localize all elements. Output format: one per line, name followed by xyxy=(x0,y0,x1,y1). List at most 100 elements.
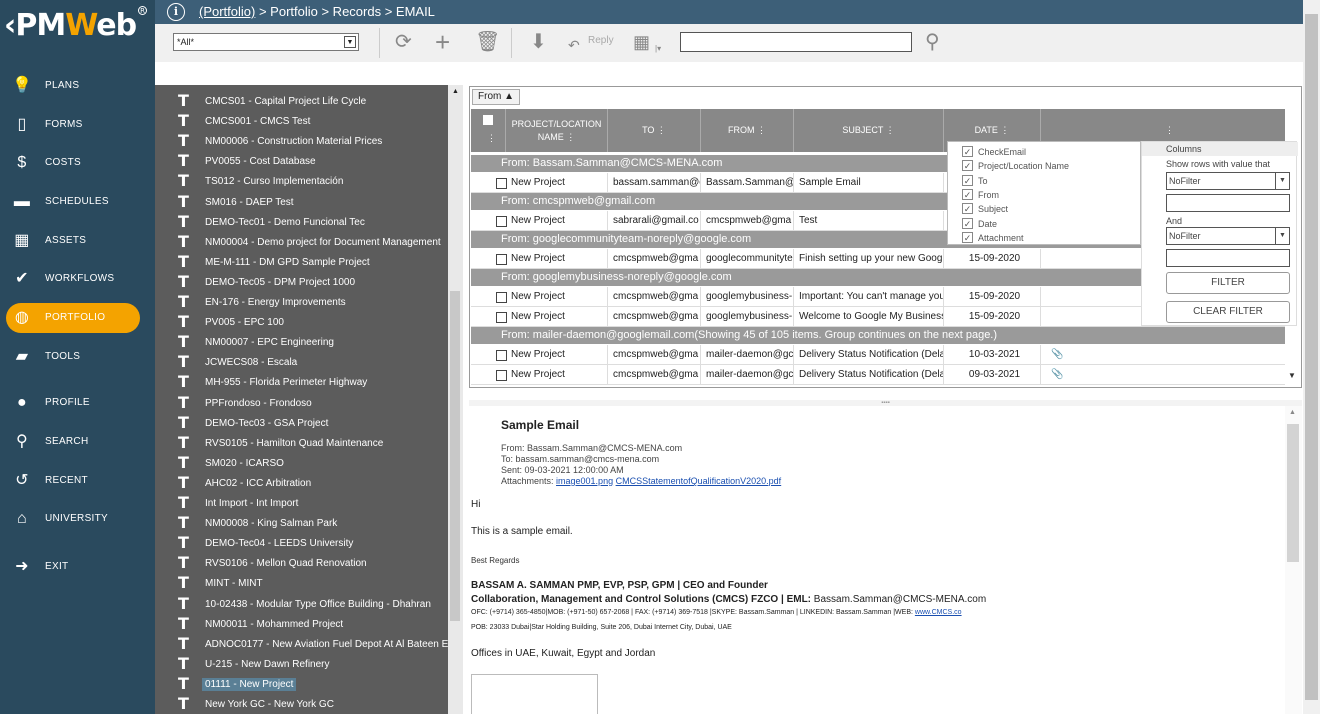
column-toggle-checkemail[interactable]: ✓ CheckEmail xyxy=(962,145,1026,159)
preview-scroll-thumb[interactable] xyxy=(1287,424,1299,562)
attachment-link-image001[interactable]: image001.png xyxy=(556,476,613,486)
tree-item[interactable]: T ADNOC0177 - New Aviation Fuel Depot At … xyxy=(178,634,448,655)
grid-icon[interactable]: ▦ xyxy=(633,30,650,54)
paperclip-icon[interactable]: 📎 xyxy=(1046,365,1063,385)
select-all-checkbox[interactable] xyxy=(483,115,493,125)
tree-item[interactable]: T AHC02 - ICC Arbitration xyxy=(178,473,311,494)
clear-filter-button[interactable]: CLEAR FILTER xyxy=(1166,301,1290,323)
tree-item[interactable]: T NM00008 - King Salman Park xyxy=(178,513,337,534)
column-from[interactable]: FROM ⋮ xyxy=(701,109,794,152)
breadcrumb-portfolio-link[interactable]: (Portfolio) xyxy=(199,4,255,19)
refresh-icon[interactable]: ⟳ xyxy=(395,30,412,54)
column-subject[interactable]: SUBJECT ⋮ xyxy=(794,109,944,152)
tree-item[interactable]: T MH-955 - Florida Perimeter Highway xyxy=(178,372,367,393)
nav-item-portfolio[interactable]: ◍ PORTFOLIO xyxy=(6,303,140,333)
nav-item-forms[interactable]: ▯ FORMS xyxy=(0,110,155,140)
tree-item[interactable]: T DEMO-Tec01 - Demo Funcional Tec xyxy=(178,212,365,233)
tree-item[interactable]: T Int Import - Int Import xyxy=(178,493,298,514)
tree-item[interactable]: T EN-176 - Energy Improvements xyxy=(178,292,346,313)
preview-scrollbar[interactable]: ▲ xyxy=(1285,406,1302,714)
tree-item[interactable]: T 10-02438 - Modular Type Office Building… xyxy=(178,594,431,615)
group-by-chip[interactable]: From ▲ xyxy=(472,89,521,105)
reply-icon[interactable]: ↶ xyxy=(568,33,580,57)
column-toggle-project-location-name[interactable]: ✓ Project/Location Name xyxy=(962,159,1069,173)
tree-item[interactable]: T NM00011 - Mohammed Project xyxy=(178,614,343,635)
paperclip-icon[interactable]: 📎 xyxy=(1046,345,1063,365)
search-icon[interactable]: ⚲ xyxy=(925,30,940,54)
chevron-down-icon[interactable]: ▼ xyxy=(1275,173,1289,189)
add-icon[interactable]: + xyxy=(435,29,450,55)
tree-item[interactable]: T New York GC - New York GC xyxy=(178,694,334,714)
checkbox-checked-icon[interactable]: ✓ xyxy=(962,231,973,243)
column-toggle-to[interactable]: ✓ To xyxy=(962,174,988,188)
portfolio-filter-select[interactable]: *All* ▼ xyxy=(173,33,359,51)
checkbox-checked-icon[interactable]: ✓ xyxy=(962,174,973,186)
tree-item[interactable]: T ME-M-111 - DM GPD Sample Project xyxy=(178,252,370,273)
column-project[interactable]: PROJECT/LOCATION NAME ⋮ xyxy=(506,109,608,152)
scroll-down-icon[interactable]: ▼ xyxy=(1288,371,1296,380)
checkbox-checked-icon[interactable]: ✓ xyxy=(962,188,973,200)
tree-item[interactable]: T NM00007 - EPC Engineering xyxy=(178,332,334,353)
checkbox-checked-icon[interactable]: ✓ xyxy=(962,160,973,172)
nav-item-recent[interactable]: ↺ RECENT xyxy=(0,466,155,496)
table-row[interactable]: New Project cmcspmweb@gma mailer-daemon@gc… xyxy=(471,345,1286,365)
filter-operator-2[interactable]: NoFilter ▼ xyxy=(1166,227,1290,245)
grid-dropdown-icon[interactable]: |▾ xyxy=(655,37,661,61)
filter-operator-1[interactable]: NoFilter ▼ xyxy=(1166,172,1290,190)
tree-scrollbar[interactable]: ▲ xyxy=(448,85,463,714)
info-icon[interactable]: i xyxy=(167,3,185,21)
nav-item-profile[interactable]: ● PROFILE xyxy=(0,388,155,418)
tree-item[interactable]: T TS012 - Curso Implementación xyxy=(178,171,343,192)
column-toggle-subject[interactable]: ✓ Subject xyxy=(962,202,1008,216)
nav-item-assets[interactable]: ▦ ASSETS xyxy=(0,226,155,256)
tree-item[interactable]: T NM00006 - Construction Material Prices xyxy=(178,131,382,152)
column-to[interactable]: TO ⋮ xyxy=(608,109,701,152)
tree-item[interactable]: T PV005 - EPC 100 xyxy=(178,312,284,333)
attachment-link-soq[interactable]: CMCSStatementofQualificationV2020.pdf xyxy=(616,476,782,486)
nav-item-university[interactable]: ⌂ UNIVERSITY xyxy=(0,504,155,534)
filter-value-1[interactable] xyxy=(1166,194,1290,212)
tree-item[interactable]: T SM016 - DAEP Test xyxy=(178,192,294,213)
nav-item-workflows[interactable]: ✔ WORKFLOWS xyxy=(0,264,155,294)
tree-item[interactable]: T DEMO-Tec03 - GSA Project xyxy=(178,413,328,434)
group-row[interactable]: From: mailer-daemon@googlemail.com(Showi… xyxy=(471,327,1286,344)
filter-value-2[interactable] xyxy=(1166,249,1290,267)
scroll-up-icon[interactable]: ▲ xyxy=(1289,409,1296,416)
tree-item[interactable]: T CMCS01 - Capital Project Life Cycle xyxy=(178,91,366,112)
download-icon[interactable]: ⬇ xyxy=(530,30,547,54)
reply-button[interactable]: Reply xyxy=(588,35,614,46)
tree-item[interactable]: T DEMO-Tec04 - LEEDS University xyxy=(178,533,353,554)
chevron-down-icon[interactable]: ▼ xyxy=(1275,228,1289,244)
nav-item-schedules[interactable]: ▬ SCHEDULES xyxy=(0,187,155,217)
trash-icon[interactable]: 🗑 xyxy=(475,30,500,54)
tree-item[interactable]: T CMCS001 - CMCS Test xyxy=(178,111,310,132)
checkbox-checked-icon[interactable]: ✓ xyxy=(962,146,973,157)
scroll-up-icon[interactable]: ▲ xyxy=(452,88,459,95)
tree-item[interactable]: T PV0055 - Cost Database xyxy=(178,151,316,172)
nav-item-exit[interactable]: ➜ EXIT xyxy=(0,552,155,582)
column-menu-icon[interactable]: ⋮ xyxy=(487,131,496,145)
tree-item[interactable]: T 01111 - New Project xyxy=(178,674,297,695)
filter-columns-title[interactable]: Columns xyxy=(1142,142,1298,156)
tree-item[interactable]: T JCWECS08 - Escala xyxy=(178,352,297,373)
column-toggle-date[interactable]: ✓ Date xyxy=(962,217,997,231)
search-input[interactable] xyxy=(680,32,912,52)
nav-item-plans[interactable]: 💡 PLANS xyxy=(0,71,155,101)
tree-item[interactable]: T U-215 - New Dawn Refinery xyxy=(178,654,330,675)
tree-item[interactable]: T DEMO-Tec05 - DPM Project 1000 xyxy=(178,272,355,293)
tree-item[interactable]: T SM020 - ICARSO xyxy=(178,453,284,474)
checkbox-checked-icon[interactable]: ✓ xyxy=(962,217,973,229)
signature-web-link[interactable]: www.CMCS.co xyxy=(915,609,962,616)
column-toggle-attachment[interactable]: ✓ Attachment xyxy=(962,231,1024,245)
nav-item-tools[interactable]: ▰ TOOLS xyxy=(0,342,155,372)
filter-button[interactable]: FILTER xyxy=(1166,272,1290,294)
table-row[interactable]: New Project cmcspmweb@gma mailer-daemon@gc… xyxy=(471,365,1286,385)
page-scroll-thumb[interactable] xyxy=(1305,14,1318,700)
column-toggle-from[interactable]: ✓ From xyxy=(962,188,999,202)
nav-item-costs[interactable]: $ COSTS xyxy=(0,148,155,178)
select-all-column[interactable]: ⋮ xyxy=(471,109,506,152)
tree-item[interactable]: T RVS0106 - Mellon Quad Renovation xyxy=(178,553,367,574)
chevron-down-icon[interactable]: ▼ xyxy=(344,36,356,48)
pmweb-logo[interactable]: ‹PMWeb R xyxy=(0,0,155,52)
tree-item[interactable]: T PPFrondoso - Frondoso xyxy=(178,393,312,414)
